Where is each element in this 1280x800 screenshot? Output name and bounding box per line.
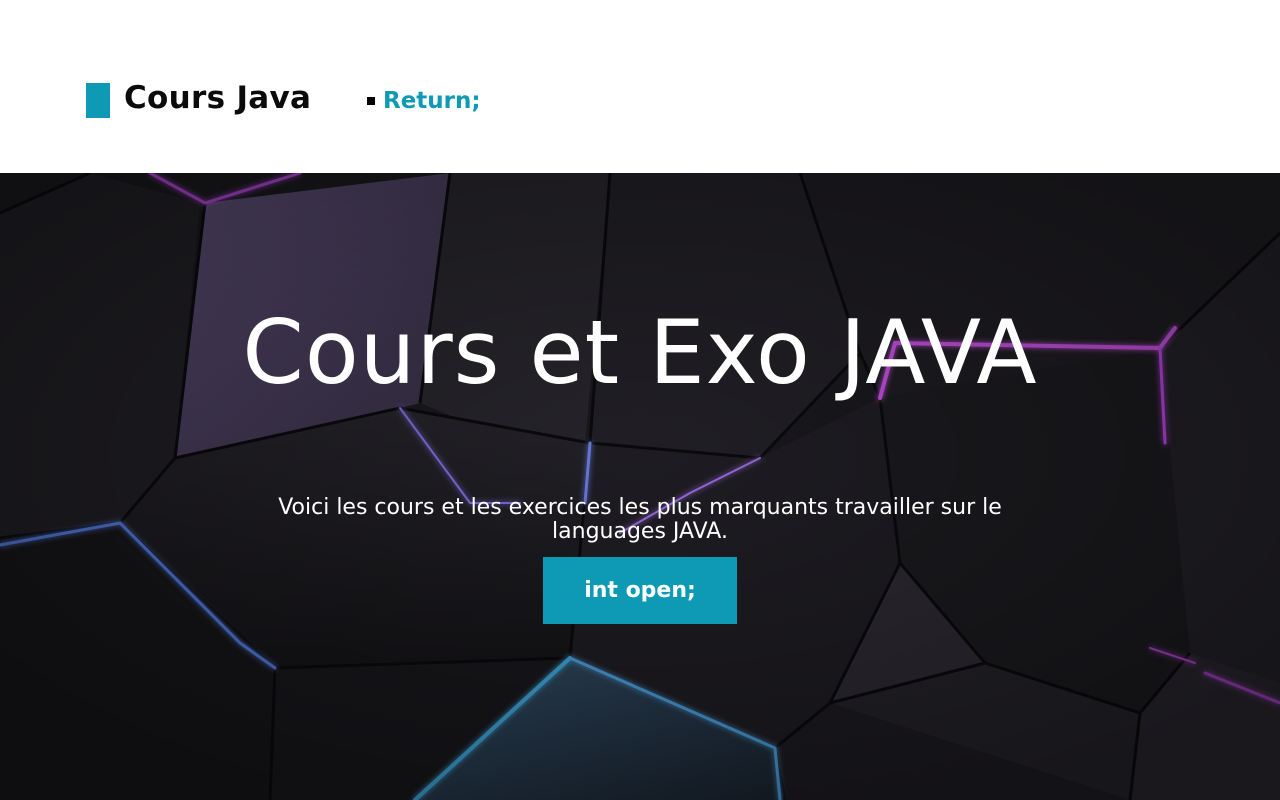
logo-mark [86,83,110,118]
nav-return-label: Return; [383,88,481,114]
hero-title: Cours et Exo JAVA [242,301,1038,404]
site-logo-text[interactable]: Cours Java [124,80,311,116]
open-button[interactable]: int open; [543,557,737,624]
site-header: Cours Java Return; [0,0,1280,173]
hero-section: Cours et Exo JAVA Voici les cours et les… [0,173,1280,800]
hero-subtitle: Voici les cours et les exercices les plu… [278,495,1002,544]
open-button-label: int open; [584,578,696,603]
hero-background-image [0,173,1280,800]
square-bullet-icon [367,97,375,105]
nav-return-link[interactable]: Return; [367,86,481,116]
